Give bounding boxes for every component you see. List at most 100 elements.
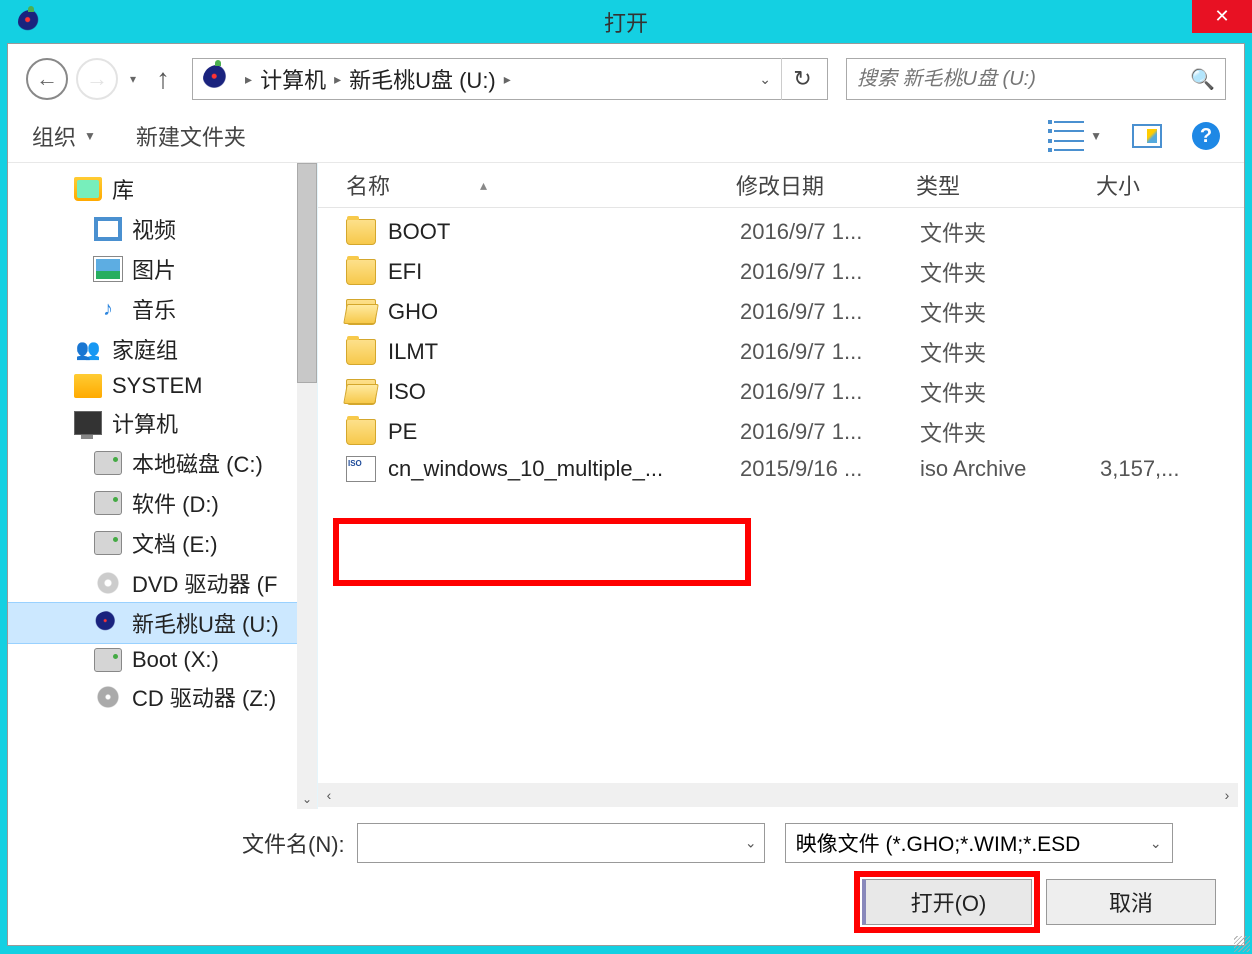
new-folder-button[interactable]: 新建文件夹 (136, 120, 246, 152)
search-icon[interactable]: 🔍 (1190, 67, 1215, 92)
filename-dropdown[interactable]: ⌄ (745, 835, 757, 852)
tree-scrollbar[interactable]: ⌄ (297, 163, 317, 809)
file-row[interactable]: ILMT2016/9/7 1...文件夹 (318, 332, 1244, 372)
cancel-button[interactable]: 取消 (1046, 879, 1216, 925)
tree-item-libraries[interactable]: 库 (8, 169, 298, 209)
drive-icon (94, 648, 122, 672)
forward-button[interactable]: → (76, 58, 118, 100)
organize-menu[interactable]: 组织▼ (32, 120, 96, 152)
file-row[interactable]: ISO2016/9/7 1...文件夹 (318, 372, 1244, 412)
main-area: 库 视频 图片 ♪ 音乐 👥家庭组 SYSTEM 计算机 本地磁盘 (C:) 软件… (8, 163, 1244, 809)
preview-pane-button[interactable] (1132, 124, 1162, 148)
tree-label: 计算机 (112, 407, 178, 439)
back-button[interactable]: ← (26, 58, 68, 100)
navigation-tree: 库 视频 图片 ♪ 音乐 👥家庭组 SYSTEM 计算机 本地磁盘 (C:) 软件… (8, 163, 318, 809)
navigation-row: ← → ▾ ↑ ▸ 计算机 ▸ 新毛桃U盘 (U:) ▸ ⌄ ↻ 🔍 (8, 44, 1244, 110)
breadcrumb-computer[interactable]: 计算机 (260, 63, 326, 95)
chevron-down-icon: ▼ (1090, 129, 1102, 143)
close-button[interactable]: ✕ (1192, 0, 1252, 33)
file-date: 2016/9/7 1... (740, 339, 920, 365)
tree-item-drive-d[interactable]: 软件 (D:) (8, 483, 298, 523)
view-mode-button[interactable] (1054, 121, 1084, 151)
tree-item-pictures[interactable]: 图片 (8, 249, 298, 289)
filter-label: 映像文件 (*.GHO;*.WIM;*.ESD (796, 828, 1081, 858)
file-row[interactable]: GHO2016/9/7 1...文件夹 (318, 292, 1244, 332)
up-button[interactable]: ↑ (148, 63, 178, 95)
file-row[interactable]: PE2016/9/7 1...文件夹 (318, 412, 1244, 452)
breadcrumb-separator: ▸ (245, 71, 252, 88)
breadcrumb-drive[interactable]: 新毛桃U盘 (U:) (349, 63, 496, 95)
address-bar[interactable]: ▸ 计算机 ▸ 新毛桃U盘 (U:) ▸ ⌄ ↻ (192, 58, 828, 100)
title-bar: 打开 ✕ (0, 0, 1252, 43)
address-dropdown[interactable]: ⌄ (749, 71, 781, 88)
chevron-down-icon: ▾ (130, 72, 136, 86)
toolbar: 组织▼ 新建文件夹 ▼ ? (8, 110, 1244, 163)
scroll-right-icon[interactable]: › (1216, 784, 1238, 806)
file-name: PE (388, 419, 740, 445)
file-row[interactable]: cn_windows_10_multiple_...2015/9/16 ...i… (318, 452, 1244, 486)
tree-label: 新毛桃U盘 (U:) (132, 607, 279, 639)
help-button[interactable]: ? (1192, 122, 1220, 150)
file-list: BOOT2016/9/7 1...文件夹EFI2016/9/7 1...文件夹G… (318, 208, 1244, 783)
file-filter-select[interactable]: 映像文件 (*.GHO;*.WIM;*.ESD ⌄ (785, 823, 1173, 863)
tree-item-system[interactable]: SYSTEM (8, 369, 298, 403)
tree-label: 家庭组 (112, 333, 178, 365)
file-name: ILMT (388, 339, 740, 365)
refresh-button[interactable]: ↻ (781, 58, 823, 100)
folder-icon (346, 419, 376, 445)
file-date: 2016/9/7 1... (740, 219, 920, 245)
tree-item-drive-u[interactable]: 新毛桃U盘 (U:) (8, 603, 298, 643)
history-dropdown[interactable]: ▾ (126, 72, 140, 86)
column-name[interactable]: 名称 ▴ (346, 169, 736, 201)
scroll-left-icon[interactable]: ‹ (318, 784, 340, 806)
folder-icon (346, 339, 376, 365)
file-row[interactable]: BOOT2016/9/7 1...文件夹 (318, 212, 1244, 252)
file-date: 2015/9/16 ... (740, 456, 920, 482)
tree-item-drive-e[interactable]: 文档 (E:) (8, 523, 298, 563)
dialog-body: ← → ▾ ↑ ▸ 计算机 ▸ 新毛桃U盘 (U:) ▸ ⌄ ↻ 🔍 组织▼ 新… (7, 43, 1245, 946)
column-date[interactable]: 修改日期 (736, 169, 916, 201)
view-dropdown[interactable]: ▼ (1090, 129, 1102, 143)
tree-item-boot-x[interactable]: Boot (X:) (8, 643, 298, 677)
tree-item-dvd-f[interactable]: DVD 驱动器 (F (8, 563, 298, 603)
video-icon (94, 217, 122, 241)
tree-item-cd-z[interactable]: CD 驱动器 (Z:) (8, 677, 298, 717)
tree-item-music[interactable]: ♪ 音乐 (8, 289, 298, 329)
libraries-icon (74, 177, 102, 201)
close-icon: ✕ (1214, 6, 1229, 27)
scrollbar-thumb[interactable] (297, 163, 317, 383)
scroll-down-icon[interactable]: ⌄ (297, 789, 317, 809)
tree-label: 库 (112, 173, 134, 205)
open-button[interactable]: 打开(O) (862, 879, 1032, 925)
tree-item-videos[interactable]: 视频 (8, 209, 298, 249)
file-row[interactable]: EFI2016/9/7 1...文件夹 (318, 252, 1244, 292)
music-icon: ♪ (94, 297, 122, 321)
tree-item-homegroup[interactable]: 👥家庭组 (8, 329, 298, 369)
new-folder-label: 新建文件夹 (136, 120, 246, 152)
window-title: 打开 (604, 6, 648, 38)
breadcrumb-separator: ▸ (504, 71, 511, 88)
resize-grip[interactable] (1234, 936, 1250, 952)
tree-label: Boot (X:) (132, 647, 219, 673)
tree-item-computer[interactable]: 计算机 (8, 403, 298, 443)
file-name: EFI (388, 259, 740, 285)
horizontal-scrollbar[interactable]: ‹ › (318, 783, 1238, 807)
file-type: 文件夹 (920, 296, 1100, 328)
column-type[interactable]: 类型 (916, 169, 1096, 201)
search-input[interactable] (857, 68, 1190, 91)
filename-row: 文件名(N): ⌄ 映像文件 (*.GHO;*.WIM;*.ESD ⌄ (32, 823, 1220, 863)
file-type: iso Archive (920, 456, 1100, 482)
search-box[interactable]: 🔍 (846, 58, 1226, 100)
tree-item-drive-c[interactable]: 本地磁盘 (C:) (8, 443, 298, 483)
drive-icon (94, 451, 122, 475)
column-label: 名称 (346, 169, 390, 201)
folder-icon (346, 259, 376, 285)
file-date: 2016/9/7 1... (740, 419, 920, 445)
sort-ascending-icon: ▴ (480, 177, 487, 194)
column-size[interactable]: 大小 (1096, 169, 1140, 201)
scrollbar-track[interactable] (340, 786, 1216, 804)
tree-label: 音乐 (132, 293, 176, 325)
tree-label: 文档 (E:) (132, 527, 218, 559)
filename-input[interactable] (357, 823, 765, 863)
refresh-icon: ↻ (793, 66, 811, 92)
